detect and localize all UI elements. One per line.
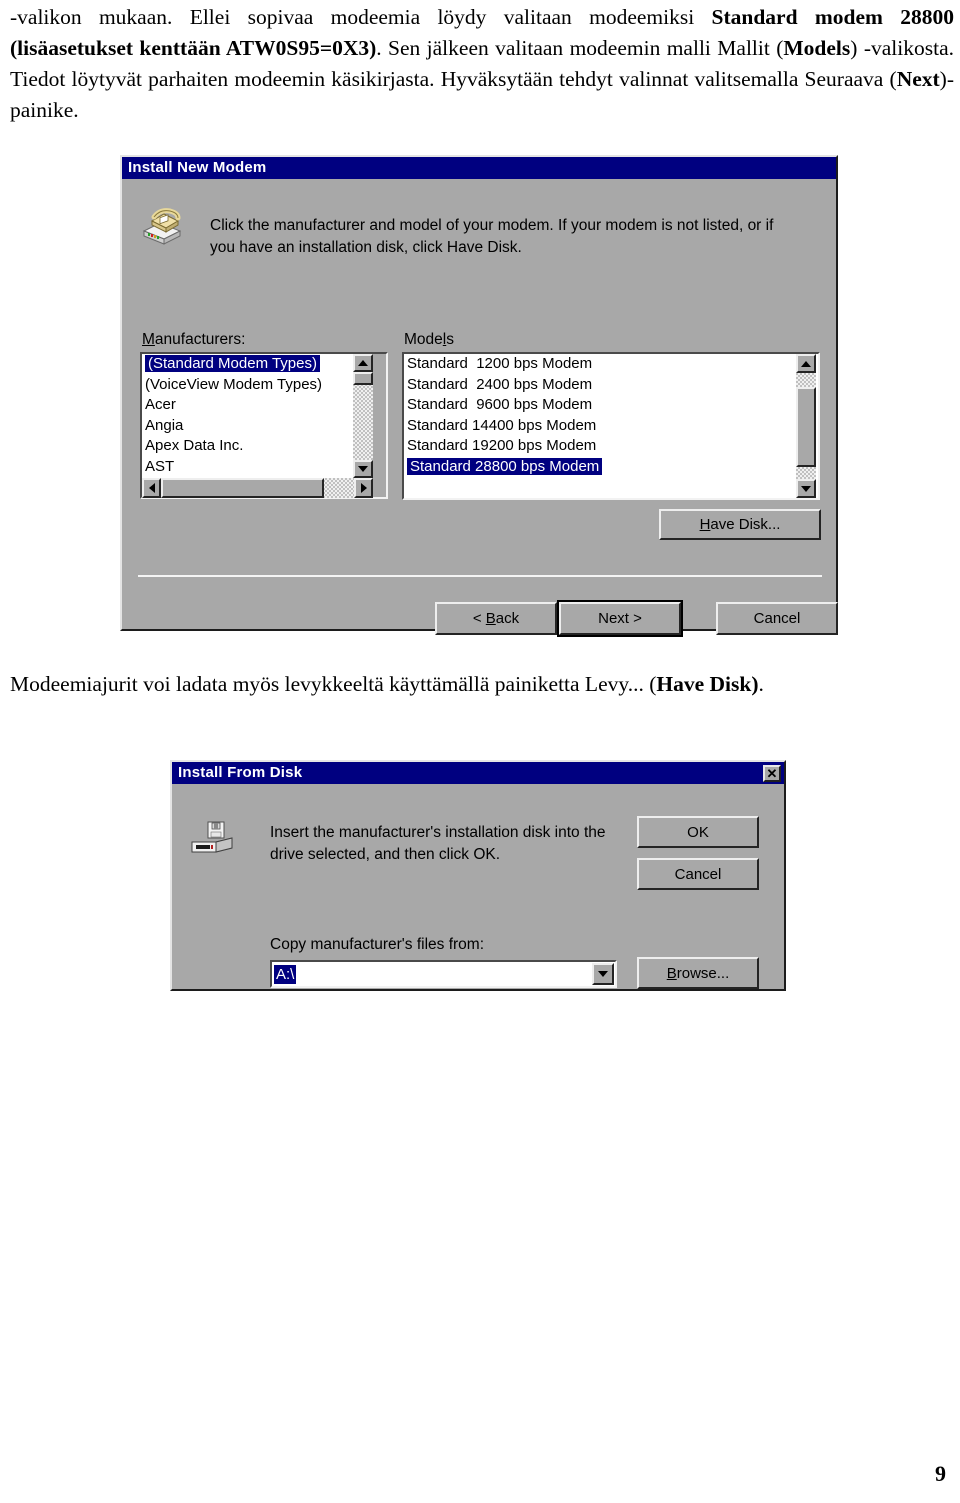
- chevron-down-icon[interactable]: [592, 963, 614, 985]
- modem-phone-icon: [140, 205, 184, 245]
- models-vertical-scrollbar[interactable]: [796, 354, 816, 498]
- ok-button[interactable]: OK: [637, 816, 759, 848]
- dialog-title-bar: Install New Modem: [122, 157, 836, 179]
- manufacturers-horizontal-scrollbar[interactable]: [142, 478, 373, 498]
- scroll-up-button[interactable]: [796, 354, 816, 373]
- dialog-title: Install From Disk: [178, 764, 303, 781]
- browse-button[interactable]: Browse...: [637, 957, 759, 989]
- scroll-up-button[interactable]: [353, 354, 373, 372]
- copy-from-label: Copy manufacturer's files from:: [270, 936, 485, 953]
- scroll-thumb[interactable]: [353, 372, 373, 385]
- manufacturers-label: Manufacturers:: [142, 331, 246, 348]
- middle-paragraph: Modeemiajurit voi ladata myös levykkeelt…: [10, 672, 764, 696]
- arrow-left-icon: [148, 483, 155, 493]
- path-combobox-value: A:\: [274, 964, 297, 984]
- scroll-down-button[interactable]: [796, 479, 816, 498]
- ok-button-label: OK: [687, 823, 709, 841]
- list-item[interactable]: Standard 1200 bps Modem: [404, 354, 796, 375]
- list-item-label: (Standard Modem Types): [145, 355, 320, 372]
- back-button-label: < Back: [472, 610, 520, 627]
- list-item[interactable]: AST: [142, 457, 353, 478]
- dialog-title-bar: Install From Disk ✕: [172, 762, 784, 784]
- page-number: 9: [935, 1461, 946, 1486]
- dialog-instruction-text: Click the manufacturer and model of your…: [210, 217, 774, 256]
- have-disk-button-label: Have Disk...: [699, 516, 781, 533]
- path-combobox[interactable]: A:\: [270, 960, 617, 988]
- models-label: Models: [404, 331, 454, 348]
- list-item[interactable]: Standard 19200 bps Modem: [404, 436, 796, 457]
- scroll-left-button[interactable]: [142, 478, 161, 498]
- arrow-down-glyph: [598, 971, 608, 977]
- cancel-button-label: Cancel: [753, 610, 801, 627]
- scroll-thumb[interactable]: [796, 387, 816, 467]
- next-button[interactable]: Next >: [557, 600, 683, 637]
- arrow-right-icon: [360, 483, 367, 493]
- browse-button-label: Browse...: [666, 964, 730, 982]
- arrow-down-icon: [801, 485, 811, 492]
- arrow-down-icon: [358, 466, 368, 472]
- intro-paragraph: -valikon mukaan. Ellei sopivaa modeemia …: [10, 5, 954, 122]
- models-listbox[interactable]: Standard 1200 bps Modem Standard 2400 bps…: [402, 352, 820, 500]
- manufacturers-list[interactable]: (Standard Modem Types) (VoiceView Modem T…: [142, 354, 353, 478]
- list-item[interactable]: Standard 28800 bps Modem: [404, 457, 796, 478]
- list-item[interactable]: Apex Data Inc.: [142, 436, 353, 457]
- cancel-button[interactable]: Cancel: [637, 858, 759, 890]
- list-item[interactable]: (VoiceView Modem Types): [142, 375, 353, 396]
- list-item[interactable]: Standard 2400 bps Modem: [404, 375, 796, 396]
- close-icon[interactable]: ✕: [763, 764, 781, 782]
- arrow-up-icon: [801, 360, 811, 367]
- dialog-instruction-text: Insert the manufacturer's installation d…: [270, 824, 606, 863]
- back-button[interactable]: < Back: [435, 602, 557, 635]
- next-button-label: Next >: [598, 610, 642, 627]
- floppy-drive-icon: [190, 820, 236, 858]
- scroll-thumb-horizontal[interactable]: [161, 478, 324, 498]
- have-disk-button[interactable]: Have Disk...: [659, 509, 821, 540]
- list-item[interactable]: Standard 9600 bps Modem: [404, 395, 796, 416]
- models-list[interactable]: Standard 1200 bps Modem Standard 2400 bps…: [404, 354, 796, 498]
- install-from-disk-dialog: Install From Disk ✕ Insert the manufactu…: [170, 760, 786, 991]
- list-item-label: Standard 28800 bps Modem: [407, 457, 603, 475]
- scroll-track[interactable]: [353, 372, 373, 460]
- list-item[interactable]: Standard 14400 bps Modem: [404, 416, 796, 437]
- dialog-title: Install New Modem: [128, 159, 267, 176]
- list-item[interactable]: Acer: [142, 395, 353, 416]
- install-new-modem-dialog: Install New Modem Click the manufacturer…: [120, 155, 838, 637]
- list-item[interactable]: Angia: [142, 416, 353, 437]
- scroll-right-button[interactable]: [354, 478, 373, 498]
- dialog-separator: [138, 575, 822, 577]
- arrow-up-icon: [358, 360, 368, 366]
- scroll-down-button[interactable]: [353, 460, 373, 478]
- manufacturers-listbox[interactable]: (Standard Modem Types) (VoiceView Modem T…: [140, 352, 388, 499]
- cancel-button[interactable]: Cancel: [716, 602, 838, 635]
- list-item[interactable]: (Standard Modem Types): [142, 354, 353, 375]
- cancel-button-label: Cancel: [674, 865, 722, 883]
- manufacturers-vertical-scrollbar[interactable]: [353, 354, 373, 478]
